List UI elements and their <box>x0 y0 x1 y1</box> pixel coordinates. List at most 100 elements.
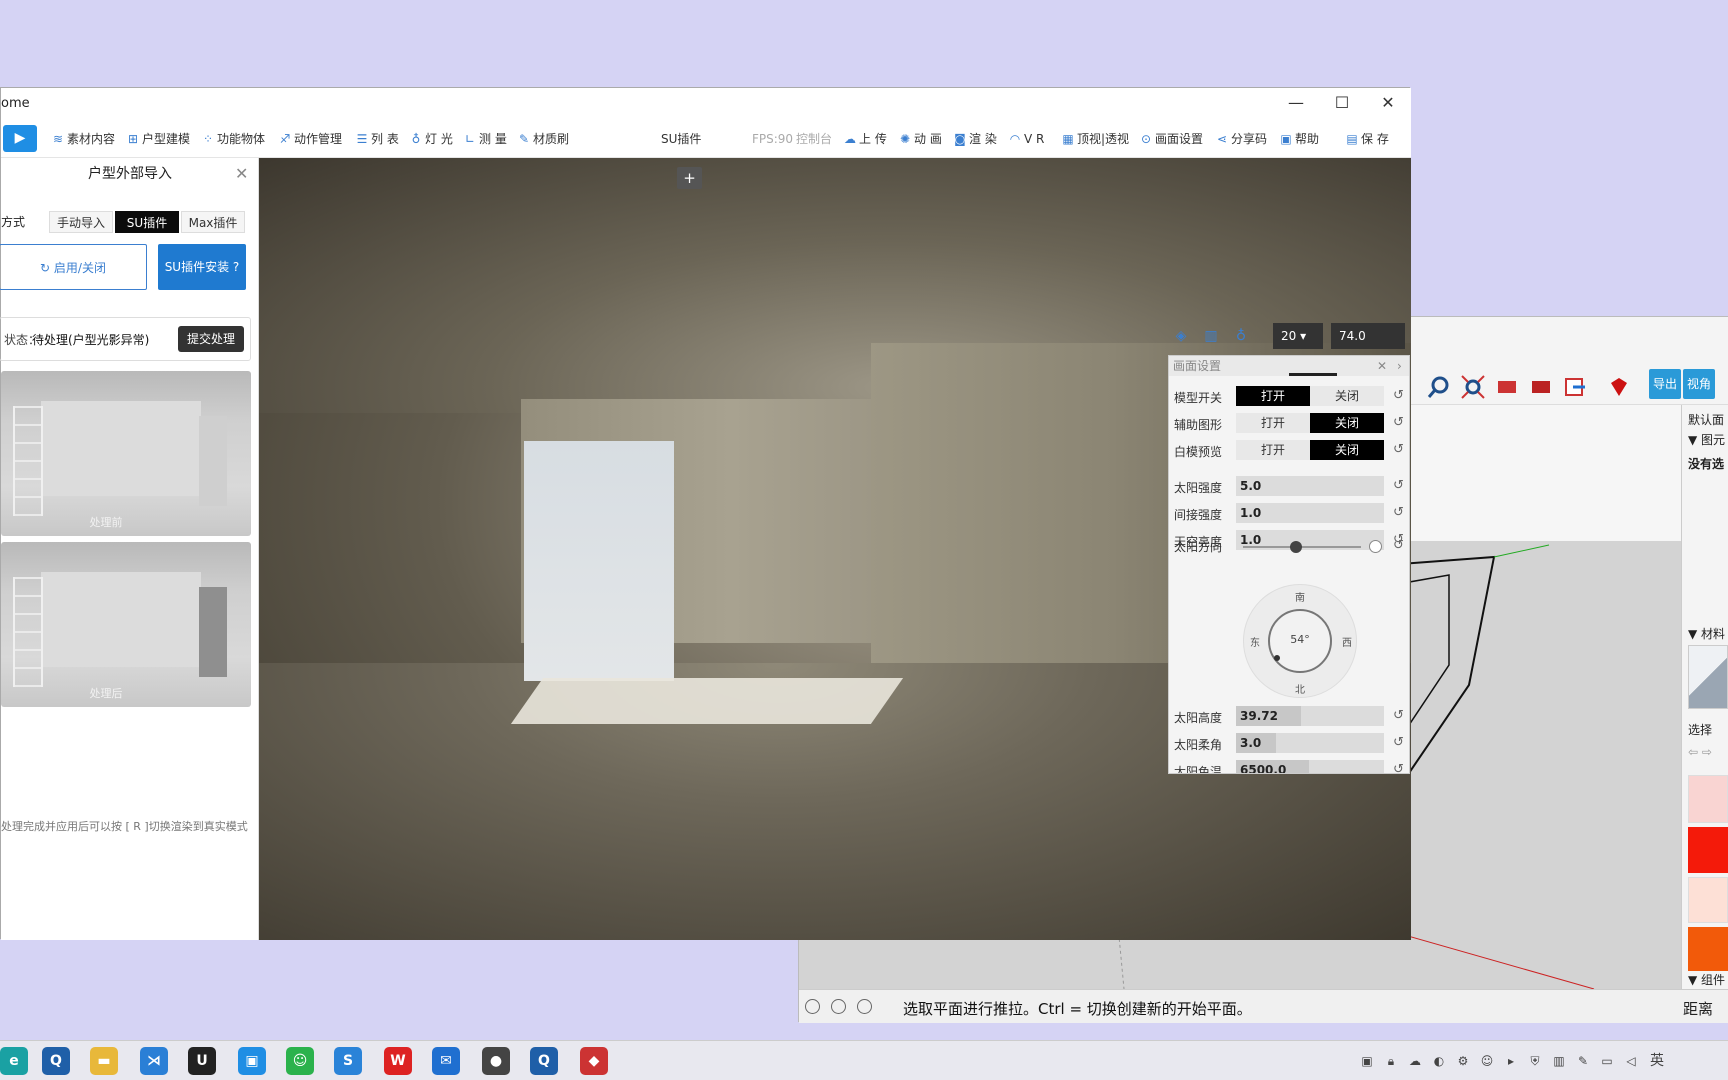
reset-icon[interactable]: ↺ <box>1393 708 1404 723</box>
user-icon[interactable] <box>857 999 872 1014</box>
reset-icon[interactable]: ↺ <box>1393 505 1404 520</box>
toolbar-upload[interactable]: ☁ 上 传 <box>843 129 887 149</box>
toolbar-scene-settings[interactable]: ⊙ 画面设置 <box>1139 129 1203 149</box>
toggle-off-button[interactable]: 关闭 <box>1310 440 1384 460</box>
chevron-right-icon[interactable]: › <box>1397 356 1402 376</box>
close-icon[interactable]: ✕ <box>235 164 248 183</box>
plan-icon[interactable]: ▥ <box>1199 323 1223 349</box>
tool-red-2-icon[interactable] <box>1529 375 1553 399</box>
mode-manual[interactable]: 手动导入 <box>49 211 113 233</box>
view-value-field[interactable]: 74.0 <box>1331 323 1405 349</box>
q-icon[interactable]: Q <box>42 1047 70 1075</box>
material-swatch[interactable] <box>1688 927 1728 971</box>
tray-app2-icon[interactable]: ▥ <box>1552 1054 1566 1068</box>
close-icon[interactable]: ✕ <box>1377 356 1387 376</box>
toggle-on-button[interactable]: 打开 <box>1236 386 1310 406</box>
toggle-off-button[interactable]: 关闭 <box>1310 386 1384 406</box>
play-button[interactable]: ▶ <box>3 125 37 152</box>
tray-materials[interactable]: ▼ 材料 <box>1688 625 1725 642</box>
view-count-select[interactable]: 20 ▾ <box>1273 323 1323 349</box>
tray-icon[interactable]: ◐ <box>1432 1054 1446 1068</box>
nav-back-icon[interactable]: ⇦ ⇨ <box>1688 745 1712 759</box>
toggle-off-button[interactable]: 关闭 <box>1310 413 1384 433</box>
wechat-tray-icon[interactable]: ☺ <box>1480 1054 1494 1068</box>
minimize-button[interactable]: — <box>1281 92 1311 114</box>
value-slider[interactable]: 39.72 <box>1236 706 1384 726</box>
mode-max-plugin[interactable]: Max插件 <box>181 211 245 233</box>
app-icon[interactable]: S <box>334 1047 362 1075</box>
wechat-icon[interactable]: ☺ <box>286 1047 314 1075</box>
tray-entity[interactable]: ▼ 图元 <box>1688 431 1725 448</box>
tray-components[interactable]: ▼ 组件 <box>1688 971 1725 988</box>
submit-button[interactable]: 提交处理 <box>178 326 244 352</box>
maximize-button[interactable]: ☐ <box>1327 92 1357 114</box>
wps-icon[interactable]: W <box>384 1047 412 1075</box>
light-icon[interactable]: ♁ <box>1229 323 1253 349</box>
toolbar-animation[interactable]: ✺ 动 画 <box>898 129 942 149</box>
toolbar-measure[interactable]: ∟ 测 量 <box>463 129 507 149</box>
vscode-icon[interactable]: ⋊ <box>140 1047 168 1075</box>
cloud-icon[interactable]: ☁ <box>1408 1054 1422 1068</box>
slider-knob[interactable] <box>1290 541 1302 553</box>
toolbar-floorplan[interactable]: ⊞ 户型建模 <box>126 129 190 149</box>
value-slider[interactable]: 6500.0 <box>1236 760 1384 773</box>
toolbar-actions[interactable]: ♐ 动作管理 <box>278 129 342 149</box>
reset-icon[interactable]: ↺ <box>1393 538 1404 553</box>
layers-icon[interactable]: ◈ <box>1169 323 1193 349</box>
mode-su-plugin[interactable]: SU插件 <box>115 211 179 233</box>
toggle-on-button[interactable]: 打开 <box>1236 440 1310 460</box>
shield-icon[interactable]: ⛨ <box>1528 1054 1542 1068</box>
material-swatch[interactable] <box>1688 877 1728 923</box>
tray-app3-icon[interactable]: ✎ <box>1576 1054 1590 1068</box>
toolbar-objects[interactable]: ⁘ 功能物体 <box>201 129 265 149</box>
mail-icon[interactable]: ✉ <box>432 1047 460 1075</box>
reset-icon[interactable]: ↺ <box>1393 442 1404 457</box>
sun-direction-slider[interactable] <box>1243 541 1361 553</box>
enable-toggle-button[interactable]: ↻ 启用/关闭 <box>0 244 147 290</box>
reset-icon[interactable]: ↺ <box>1393 735 1404 750</box>
edge-icon[interactable]: e <box>0 1047 28 1075</box>
toolbar-view-toggle[interactable]: ▦ 顶视|透视 <box>1061 129 1129 149</box>
unreal-icon[interactable]: U <box>188 1047 216 1075</box>
tray-select[interactable]: 选择 <box>1688 721 1712 738</box>
q2-icon[interactable]: Q <box>530 1047 558 1075</box>
ime-indicator[interactable]: 英 <box>1650 1054 1664 1068</box>
toolbar-brush[interactable]: ✎ 材质刷 <box>517 129 569 149</box>
reset-icon[interactable]: ↺ <box>1393 415 1404 430</box>
reset-icon[interactable]: ↺ <box>1393 478 1404 493</box>
toolbar-help[interactable]: ▣ 帮助 <box>1279 129 1319 149</box>
toolbar-su-plugin[interactable]: SU插件 <box>661 129 701 149</box>
calendar-icon[interactable]: ▣ <box>238 1047 266 1075</box>
volume-icon[interactable]: ◁ <box>1624 1054 1638 1068</box>
folder-icon[interactable]: ▬ <box>90 1047 118 1075</box>
info-icon[interactable] <box>831 999 846 1014</box>
material-swatch[interactable] <box>1688 827 1728 873</box>
reset-icon[interactable]: ↺ <box>1393 388 1404 403</box>
toolbar-list[interactable]: ☰ 列 表 <box>355 129 399 149</box>
sun-direction-dial[interactable]: 南 北 东 西 54° <box>1243 584 1357 698</box>
material-swatch[interactable] <box>1688 775 1728 823</box>
zoom-icon[interactable] <box>1427 375 1451 399</box>
add-button[interactable]: + <box>677 167 702 189</box>
sun-dot[interactable] <box>1274 655 1280 661</box>
settings-icon[interactable]: ⚙ <box>1456 1054 1470 1068</box>
media-icon[interactable]: ▸ <box>1504 1054 1518 1068</box>
record-icon[interactable]: ● <box>482 1047 510 1075</box>
zoom-extents-icon[interactable] <box>1461 375 1485 399</box>
tray-app-icon[interactable]: ▣ <box>1360 1054 1374 1068</box>
su-install-button[interactable]: SU插件安装 ? <box>158 244 246 290</box>
ruby-gem-icon[interactable] <box>1607 375 1631 399</box>
value-slider[interactable]: 1.0 <box>1236 503 1384 523</box>
toolbar-light[interactable]: ♁ 灯 光 <box>409 129 453 149</box>
export-button[interactable]: 导出 <box>1649 369 1681 399</box>
lock-icon[interactable]: 🔒︎ <box>1384 1054 1398 1068</box>
tool-export-icon[interactable] <box>1563 375 1587 399</box>
toolbar-vr[interactable]: ◠ V R <box>1008 129 1045 149</box>
toggle-on-button[interactable]: 打开 <box>1236 413 1310 433</box>
toolbar-save[interactable]: ▤ 保 存 <box>1345 129 1389 149</box>
toolbar-console[interactable]: 控制台 <box>796 129 832 149</box>
network-icon[interactable]: ▭ <box>1600 1054 1614 1068</box>
toolbar-render[interactable]: ◙ 渲 染 <box>953 129 997 149</box>
reset-icon[interactable]: ↺ <box>1393 762 1404 773</box>
ruby-icon[interactable]: ◆ <box>580 1047 608 1075</box>
